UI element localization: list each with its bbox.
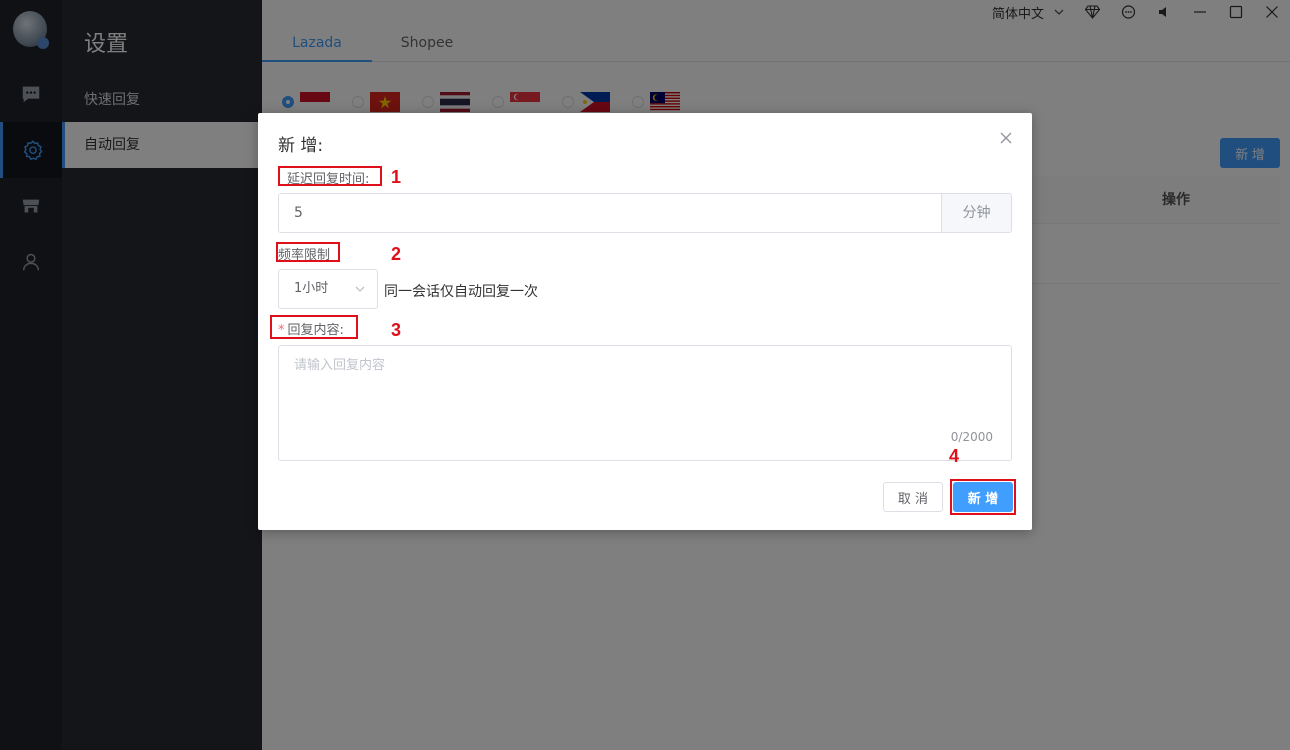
content-label-wrap: * 回复内容: (278, 319, 344, 338)
annotation-3: 3 (391, 320, 402, 340)
cancel-button[interactable]: 取 消 (883, 482, 943, 512)
chevron-down-icon (355, 286, 365, 292)
delay-label: 延迟回复时间: (287, 172, 370, 187)
add-auto-reply-dialog: 新 增: 延迟回复时间: 1 分钟 频率限制 2 1小时 同一会话仅自动回复一次… (258, 113, 1032, 530)
delay-input-group: 分钟 (278, 193, 1012, 233)
character-counter: 0/2000 (950, 430, 993, 444)
delay-input[interactable] (279, 194, 941, 232)
frequency-select[interactable]: 1小时 (278, 269, 378, 309)
close-icon[interactable] (998, 131, 1014, 147)
frequency-note: 同一会话仅自动回复一次 (384, 284, 538, 300)
dialog-title: 新 增: (278, 136, 324, 156)
required-asterisk: * (278, 323, 285, 338)
frequency-value: 1小时 (294, 281, 329, 296)
annotation-4: 4 (949, 446, 960, 466)
annotation-1: 1 (391, 167, 402, 187)
annotation-2: 2 (391, 244, 402, 264)
confirm-add-button[interactable]: 新 增 (953, 482, 1013, 512)
content-textarea-wrap: 0/2000 (278, 345, 1012, 461)
delay-unit: 分钟 (941, 194, 1011, 232)
content-textarea[interactable] (279, 346, 1011, 460)
content-label: 回复内容: (287, 323, 344, 338)
frequency-label: 频率限制 (278, 248, 331, 263)
